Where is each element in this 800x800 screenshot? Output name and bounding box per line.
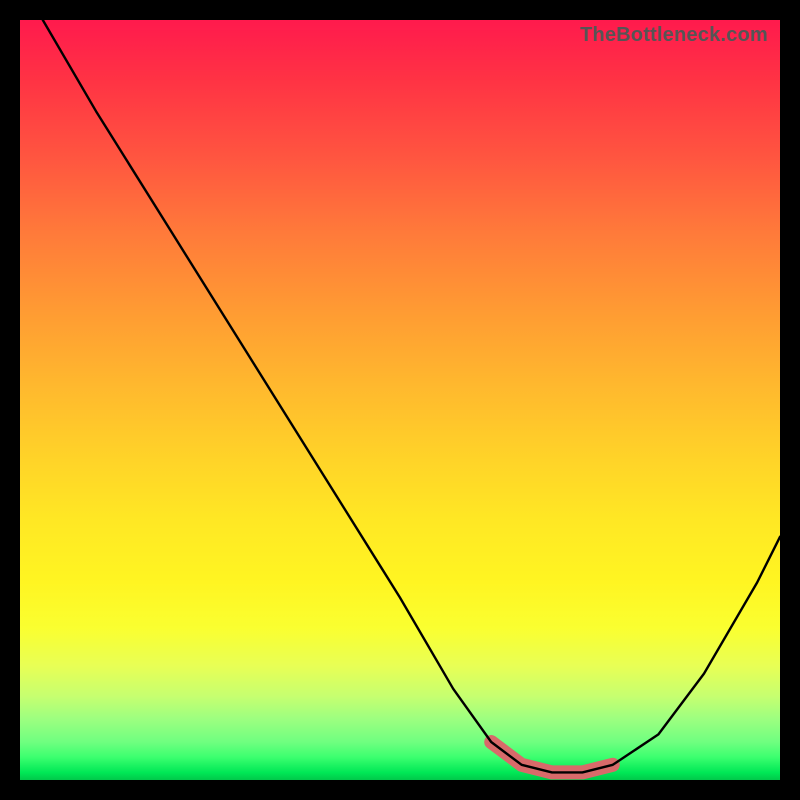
optimal-range-marker xyxy=(491,742,613,772)
bottleneck-curve xyxy=(43,20,780,772)
chart-frame: TheBottleneck.com xyxy=(0,0,800,800)
plot-area: TheBottleneck.com xyxy=(20,20,780,780)
curve-layer xyxy=(20,20,780,780)
